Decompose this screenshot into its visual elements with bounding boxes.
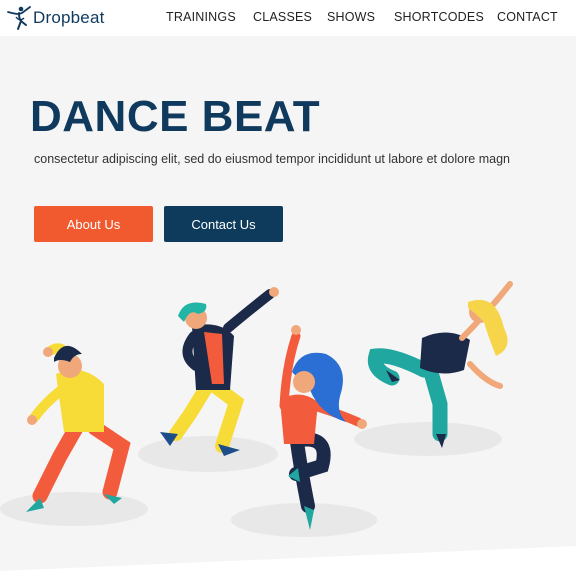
nav-contact[interactable]: CONTACT	[497, 10, 558, 24]
hero-section: DANCE BEAT consectetur adipiscing elit, …	[0, 36, 576, 576]
dancers-illustration	[0, 281, 576, 576]
nav-shows[interactable]: SHOWS	[327, 10, 375, 24]
dancer-blonde-figure	[367, 281, 513, 448]
dancer-teal-hair-figure	[160, 287, 279, 456]
nav-trainings[interactable]: TRAININGS	[166, 10, 236, 24]
nav-shortcodes[interactable]: SHORTCODES	[394, 10, 484, 24]
nav-classes[interactable]: CLASSES	[253, 10, 312, 24]
dancer-logo-icon	[7, 6, 31, 30]
dancer-yellow-figure	[26, 343, 131, 512]
brand-logo[interactable]: Dropbeat	[4, 4, 105, 32]
brand-name: Dropbeat	[33, 8, 105, 27]
dancer-blue-hair-figure	[279, 325, 367, 530]
navbar: Dropbeat TRAININGS CLASSES SHOWS SHORTCO…	[0, 0, 576, 36]
